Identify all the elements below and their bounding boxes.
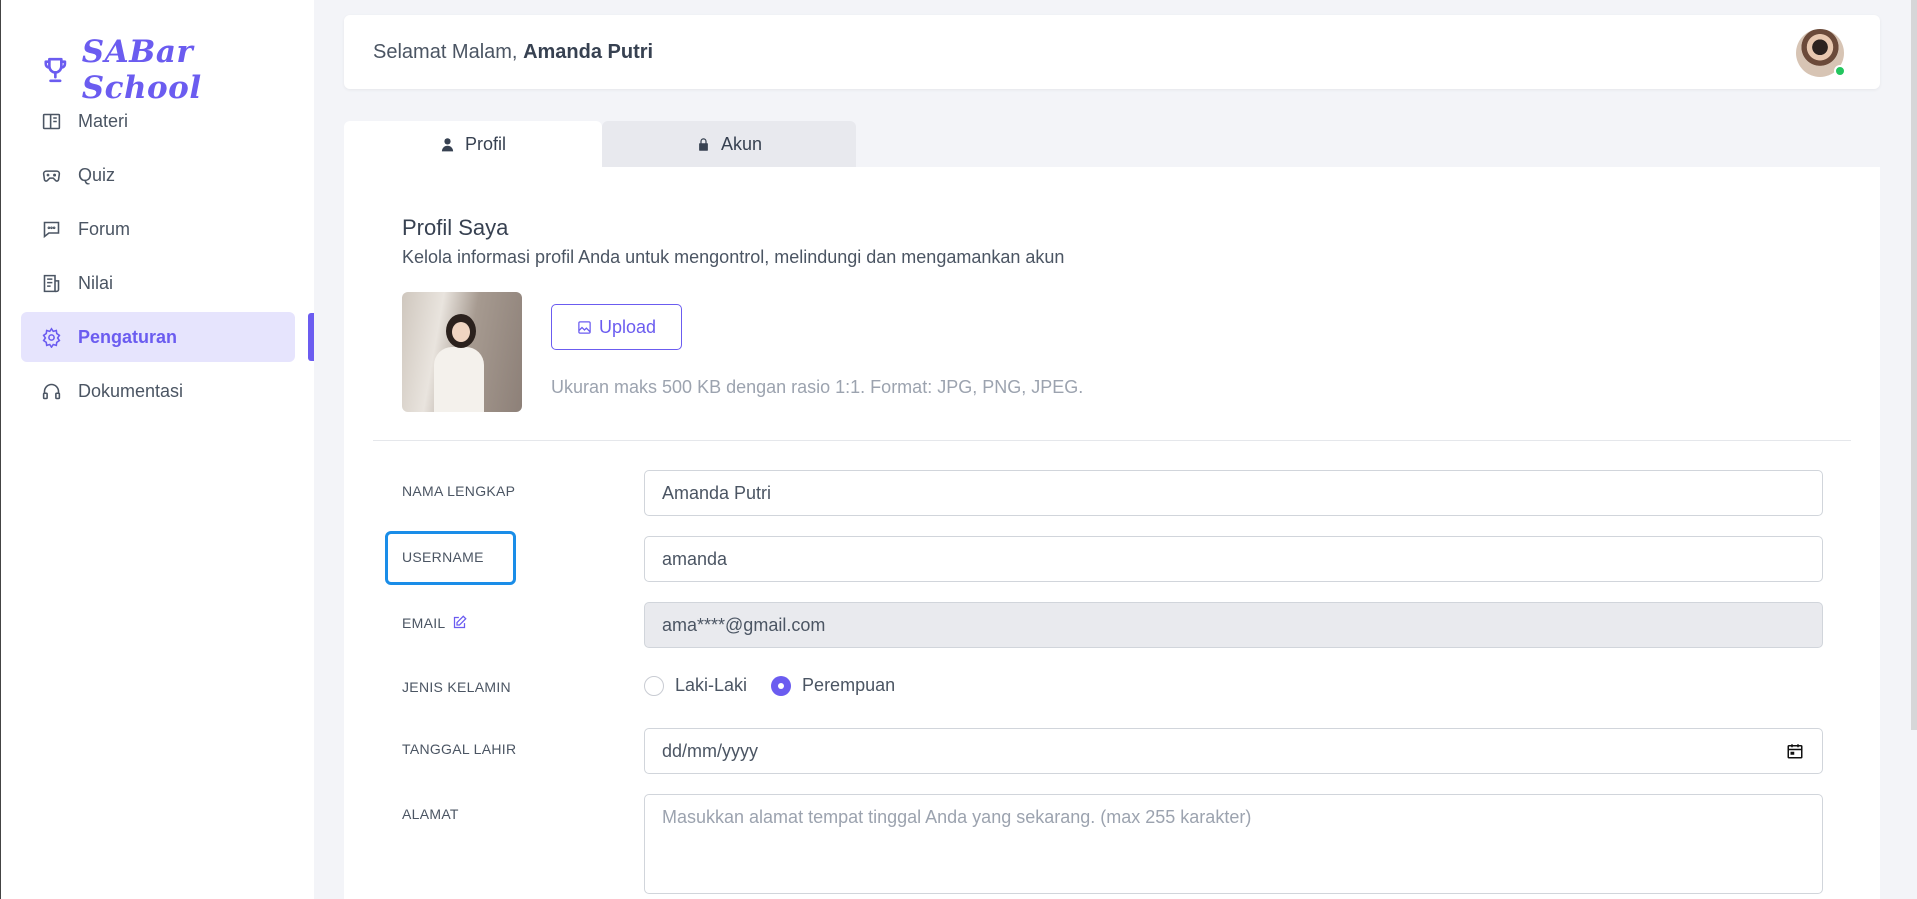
sidebar-item-label: Dokumentasi bbox=[78, 380, 184, 401]
sidebar-item-forum[interactable]: Forum bbox=[21, 204, 295, 254]
dob-field[interactable]: dd/mm/yyyy bbox=[644, 728, 1823, 774]
user-name: Amanda Putri bbox=[523, 41, 654, 63]
sidebar-item-label: Forum bbox=[78, 218, 131, 239]
trophy-icon bbox=[44, 57, 67, 83]
sidebar: SABar School Materi Quiz Forum Nilai Pen… bbox=[0, 0, 314, 899]
divider bbox=[373, 440, 1851, 441]
address-label: ALAMAT bbox=[402, 806, 459, 822]
gender-radio-perempuan[interactable] bbox=[771, 675, 792, 696]
section-subtitle: Kelola informasi profil Anda untuk mengo… bbox=[402, 247, 1065, 267]
name-field[interactable]: Amanda Putri bbox=[644, 470, 1823, 516]
gender-label: JENIS KELAMIN bbox=[402, 679, 511, 695]
email-label: EMAIL bbox=[402, 615, 467, 631]
active-indicator bbox=[308, 313, 314, 361]
online-status-dot bbox=[1834, 65, 1846, 77]
gender-radio-group: Laki-Laki Perempuan bbox=[644, 675, 895, 696]
tab-akun[interactable]: Akun bbox=[602, 121, 856, 167]
sidebar-item-pengaturan[interactable]: Pengaturan bbox=[21, 312, 295, 362]
name-value: Amanda Putri bbox=[662, 482, 772, 503]
user-icon bbox=[441, 137, 454, 151]
gender-option-label: Laki-Laki bbox=[675, 675, 748, 695]
calendar-icon[interactable] bbox=[1786, 742, 1804, 760]
sidebar-nav: Materi Quiz Forum Nilai Pengaturan Dokum… bbox=[21, 96, 295, 420]
tab-bar: Profil Akun bbox=[344, 121, 856, 167]
tab-label: Akun bbox=[720, 133, 763, 154]
profile-photo bbox=[402, 292, 522, 412]
upload-note: Ukuran maks 500 KB dengan rasio 1:1. For… bbox=[551, 377, 1084, 397]
sidebar-item-quiz[interactable]: Quiz bbox=[21, 150, 295, 200]
gender-option-label: Perempuan bbox=[802, 675, 896, 695]
username-value: amanda bbox=[662, 548, 728, 569]
headset-icon bbox=[42, 383, 61, 399]
chat-icon bbox=[43, 221, 60, 238]
dob-label: TANGGAL LAHIR bbox=[402, 741, 517, 757]
gender-radio-laki-laki[interactable] bbox=[644, 675, 664, 696]
sidebar-item-label: Pengaturan bbox=[78, 326, 178, 347]
tab-profil[interactable]: Profil bbox=[344, 121, 602, 167]
scrollbar[interactable] bbox=[1911, 0, 1917, 730]
sidebar-item-materi[interactable]: Materi bbox=[21, 96, 295, 146]
avatar[interactable] bbox=[1796, 29, 1846, 77]
address-textarea[interactable]: Masukkan alamat tempat tinggal Anda yang… bbox=[644, 794, 1823, 894]
greeting-text: Selamat Malam, bbox=[373, 41, 518, 63]
tab-label: Profil bbox=[464, 133, 506, 154]
username-highlight-box bbox=[385, 531, 516, 585]
sidebar-item-nilai[interactable]: Nilai bbox=[21, 258, 295, 308]
sidebar-item-dokumentasi[interactable]: Dokumentasi bbox=[21, 366, 295, 416]
name-label: NAMA LENGKAP bbox=[402, 483, 516, 499]
report-icon bbox=[43, 274, 60, 292]
top-header: Selamat Malam, Amanda Putri bbox=[344, 15, 1880, 89]
book-open-icon bbox=[42, 113, 61, 129]
username-field[interactable]: amanda bbox=[644, 536, 1823, 582]
lock-icon bbox=[699, 137, 708, 151]
email-field: ama****@gmail.com bbox=[644, 602, 1823, 648]
edit-icon[interactable] bbox=[452, 615, 467, 630]
section-title: Profil Saya bbox=[402, 215, 509, 240]
upload-button[interactable]: Upload bbox=[551, 304, 682, 350]
upload-label: Upload bbox=[598, 316, 657, 337]
sidebar-item-label: Quiz bbox=[78, 164, 116, 185]
image-icon bbox=[578, 320, 591, 334]
email-value: ama****@gmail.com bbox=[662, 614, 826, 635]
address-placeholder: Masukkan alamat tempat tinggal Anda yang… bbox=[662, 807, 1252, 827]
gear-icon bbox=[42, 326, 61, 348]
profile-card: Profil Saya Kelola informasi profil Anda… bbox=[344, 167, 1880, 899]
dob-placeholder: dd/mm/yyyy bbox=[662, 740, 759, 761]
gamepad-icon bbox=[42, 169, 61, 182]
sidebar-item-label: Materi bbox=[78, 110, 129, 131]
sidebar-item-label: Nilai bbox=[78, 272, 114, 293]
greeting: Selamat Malam, Amanda Putri bbox=[373, 41, 653, 64]
